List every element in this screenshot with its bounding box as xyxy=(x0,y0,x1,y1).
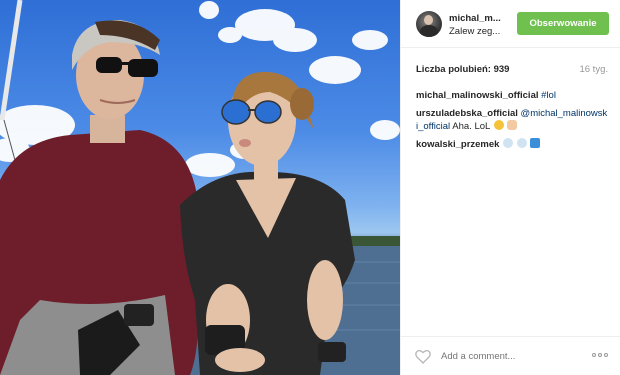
post-age[interactable]: 16 tyg. xyxy=(579,64,608,75)
boat-emoji xyxy=(530,137,541,148)
following-button[interactable]: Obserwowanie xyxy=(517,12,609,35)
comment-item: urszuladebska_official @michal_malinowsk… xyxy=(416,107,610,134)
post-author-username[interactable]: michal_m... xyxy=(449,13,501,24)
ellipsis-icon[interactable] xyxy=(592,353,610,359)
hashtag-link[interactable]: #lol xyxy=(541,90,556,101)
heart-icon[interactable] xyxy=(415,349,431,364)
comment-author[interactable]: michal_malinowski_official xyxy=(416,90,539,101)
comment-author[interactable]: kowalski_przemek xyxy=(416,139,499,150)
comment-author[interactable]: urszuladebska_official xyxy=(416,108,518,119)
comment-text: Aha. LoL xyxy=(452,121,490,132)
post-location[interactable]: Zalew zeg... xyxy=(449,26,500,37)
comment-item: kowalski_przemek xyxy=(416,137,610,152)
post-stats: Liczba polubień: 939 16 tyg. xyxy=(416,64,608,80)
comment-item: michal_malinowski_official #lol xyxy=(416,89,610,103)
post-photo[interactable] xyxy=(0,0,400,375)
post-photo-image xyxy=(0,0,400,375)
user-avatar[interactable] xyxy=(416,11,442,37)
laughing-crying-emoji xyxy=(493,120,504,130)
likes-count[interactable]: Liczba polubień: 939 xyxy=(416,64,509,75)
add-comment-input[interactable] xyxy=(441,349,571,363)
post-header: michal_m... Zalew zeg... Obserwowanie xyxy=(401,0,620,48)
peace-hand-emoji xyxy=(507,120,518,130)
dash-emoji xyxy=(503,137,514,148)
instagram-post-modal: michal_m... Zalew zeg... Obserwowanie Li… xyxy=(0,0,620,375)
dash-emoji xyxy=(516,137,527,148)
post-details-panel: michal_m... Zalew zeg... Obserwowanie Li… xyxy=(400,0,620,375)
post-footer xyxy=(401,336,620,375)
comment-list: michal_malinowski_official #lol urszulad… xyxy=(416,89,610,155)
